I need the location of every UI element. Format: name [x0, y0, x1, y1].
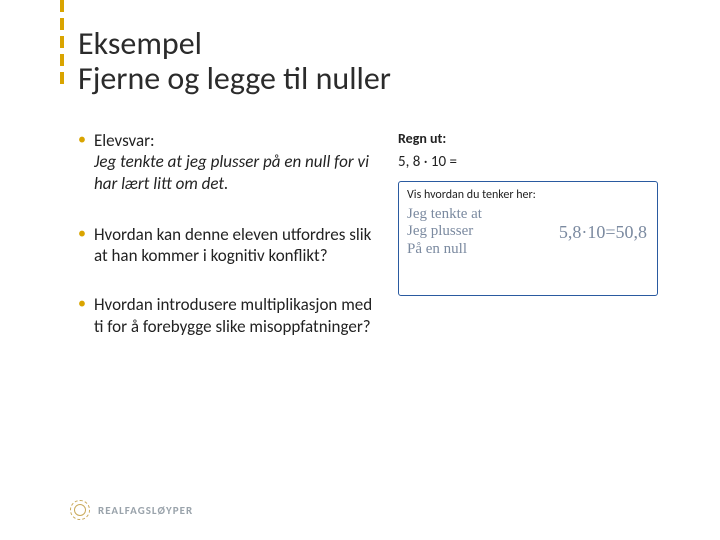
slide: Eksempel Fjerne og legge til nuller • El…: [0, 0, 720, 540]
footer: REALFAGSLØYPER: [70, 500, 193, 520]
bullet-item: • Hvordan introdusere multiplikasjon med…: [78, 294, 378, 337]
bullet-text: Hvordan introdusere multiplikasjon med t…: [94, 294, 378, 337]
brand-icon: [70, 500, 90, 520]
bullet-text: Hvordan kan denne eleven utfordres slik …: [94, 224, 378, 267]
title-line-2: Fjerne og legge til nuller: [78, 61, 638, 96]
bullet-label: Elevsvar:: [94, 130, 155, 151]
slide-title: Eksempel Fjerne og legge til nuller: [78, 26, 638, 96]
bullet-item: • Hvordan kan denne eleven utfordres sli…: [78, 224, 378, 267]
bullet-item: • Elevsvar: Jeg tenkte at jeg plusser på…: [78, 130, 378, 194]
bullet-dot-icon: •: [78, 130, 86, 194]
bullet-italic-text: Jeg tenkte at jeg plusser på en null for…: [94, 151, 369, 193]
bullet-dot-icon: •: [78, 294, 86, 337]
bullet-dot-icon: •: [78, 224, 86, 267]
workbox-label: Vis hvordan du tenker her:: [407, 188, 649, 202]
handwriting-line: På en null: [407, 241, 649, 258]
brand-text: REALFAGSLØYPER: [98, 504, 193, 517]
accent-dashes: [60, 0, 64, 90]
task-panel: Regn ut: 5, 8 · 10 = Vis hvordan du tenk…: [398, 130, 668, 365]
work-box: Vis hvordan du tenker her: Jeg tenkte at…: [398, 181, 658, 296]
handwriting-line: Jeg tenkte at: [407, 206, 649, 223]
task-label: Regn ut:: [398, 130, 668, 147]
title-line-1: Eksempel: [78, 26, 638, 61]
content-area: • Elevsvar: Jeg tenkte at jeg plusser på…: [78, 130, 668, 365]
handwriting-equation: 5,8·10=50,8: [559, 222, 647, 243]
task-equation: 5, 8 · 10 =: [398, 153, 668, 171]
bullet-list: • Elevsvar: Jeg tenkte at jeg plusser på…: [78, 130, 378, 365]
